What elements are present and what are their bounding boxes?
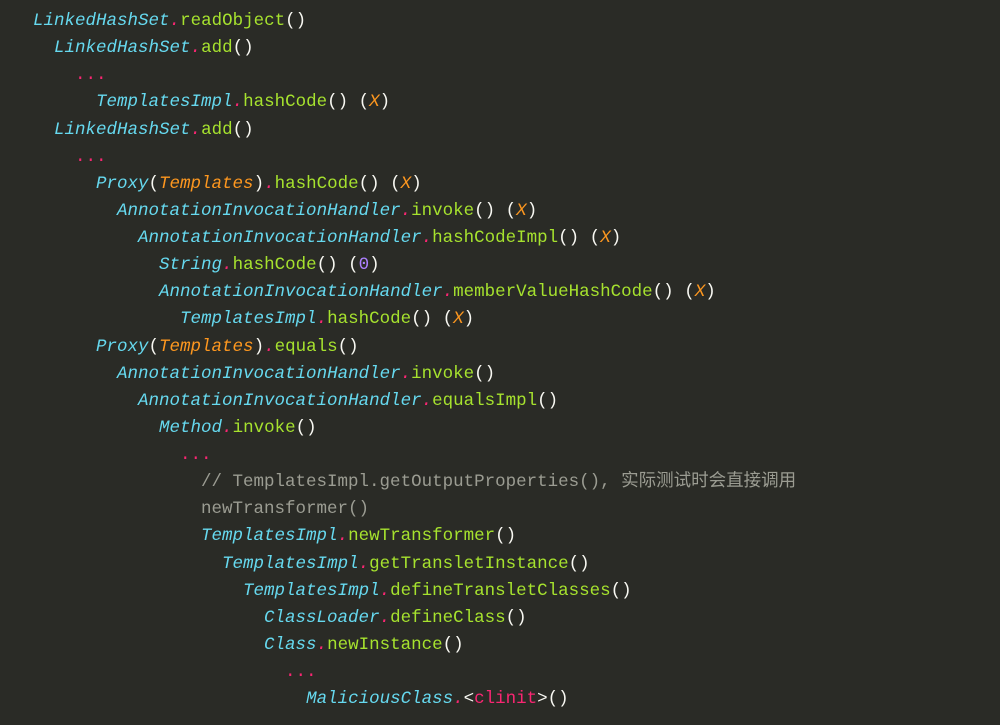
- class-name: MaliciousClass: [306, 689, 453, 709]
- class-name: String: [159, 255, 222, 275]
- method-name: newInstance: [327, 635, 443, 655]
- method-name: equalsImpl: [432, 391, 537, 411]
- code-block: LinkedHashSet.readObject() LinkedHashSet…: [0, 0, 1000, 725]
- class-name: Proxy: [96, 174, 149, 194]
- comment: // TemplatesImpl.getOutputProperties(), …: [201, 469, 921, 523]
- argument: Templates: [159, 174, 254, 194]
- method-name: defineClass: [390, 608, 506, 628]
- class-name: LinkedHashSet: [33, 11, 170, 31]
- marker-x: X: [369, 92, 380, 112]
- method-name: readObject: [180, 11, 285, 31]
- class-name: ClassLoader: [264, 608, 380, 628]
- number-literal: 0: [359, 255, 370, 275]
- method-name: add: [201, 38, 233, 58]
- method-name: equals: [275, 337, 338, 357]
- method-name: defineTransletClasses: [390, 581, 611, 601]
- method-name: getTransletInstance: [369, 554, 569, 574]
- method-name: hashCode: [243, 92, 327, 112]
- class-name: LinkedHashSet: [54, 120, 191, 140]
- method-name: memberValueHashCode: [453, 282, 653, 302]
- ellipsis: ...: [75, 65, 107, 85]
- class-name: Class: [264, 635, 317, 655]
- method-name: newTransformer: [348, 526, 495, 546]
- class-name: Method: [159, 418, 222, 438]
- dot: .: [170, 11, 181, 31]
- class-name: LinkedHashSet: [54, 38, 191, 58]
- method-name: hashCodeImpl: [432, 228, 558, 248]
- class-name: TemplatesImpl: [96, 92, 233, 112]
- keyword: clinit: [474, 689, 537, 709]
- class-name: AnnotationInvocationHandler: [117, 201, 401, 221]
